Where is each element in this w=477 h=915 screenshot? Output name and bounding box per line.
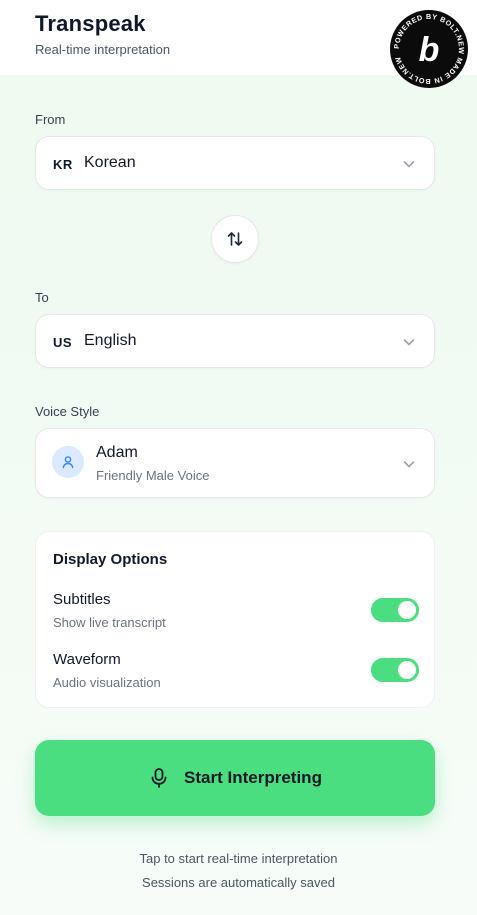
from-language-name: Korean [84, 154, 136, 171]
voice-name: Adam [96, 444, 138, 461]
waveform-toggle[interactable] [371, 658, 419, 682]
chevron-down-icon [403, 461, 415, 468]
from-label: From [35, 112, 66, 127]
subtitles-toggle[interactable] [371, 598, 419, 622]
app-title: Transpeak [35, 11, 146, 36]
waveform-option-description: Audio visualization [53, 675, 161, 690]
toggle-knob [398, 661, 416, 679]
to-language-code: US [53, 335, 73, 350]
subtitles-option-description: Show live transcript [53, 615, 166, 630]
subtitles-option-name: Subtitles [53, 591, 111, 608]
footer-hint-start: Tap to start real-time interpretation [139, 851, 338, 866]
microphone-icon [151, 768, 167, 788]
bolt-badge[interactable]: POWERED BY BOLT.NEW MADE IN BOLT.NEW b [389, 9, 469, 89]
from-language-select[interactable]: KR Korean [35, 136, 435, 190]
swap-languages-button[interactable] [211, 215, 259, 263]
swap-vertical-icon [227, 232, 243, 246]
start-interpreting-label: Start Interpreting [184, 768, 322, 787]
user-icon [62, 456, 74, 469]
avatar [52, 446, 84, 478]
to-language-select[interactable]: US English [35, 314, 435, 368]
chevron-down-icon [403, 161, 415, 168]
voice-description: Friendly Male Voice [96, 468, 210, 483]
footer-hint-saved: Sessions are automatically saved [142, 875, 335, 890]
waveform-option-name: Waveform [53, 651, 121, 668]
voice-style-label: Voice Style [35, 404, 100, 419]
voice-style-select[interactable]: Adam Friendly Male Voice [35, 428, 435, 498]
toggle-knob [398, 601, 416, 619]
app-subtitle: Real-time interpretation [35, 42, 171, 57]
from-language-code: KR [53, 157, 73, 172]
to-label: To [35, 290, 49, 305]
start-interpreting-button[interactable]: Start Interpreting [35, 740, 435, 816]
to-language-name: English [84, 332, 137, 349]
chevron-down-icon [403, 339, 415, 346]
display-options-title: Display Options [53, 551, 168, 568]
display-options-card: Display Options Subtitles Show live tran… [35, 531, 435, 708]
badge-logo-letter: b [419, 31, 440, 69]
